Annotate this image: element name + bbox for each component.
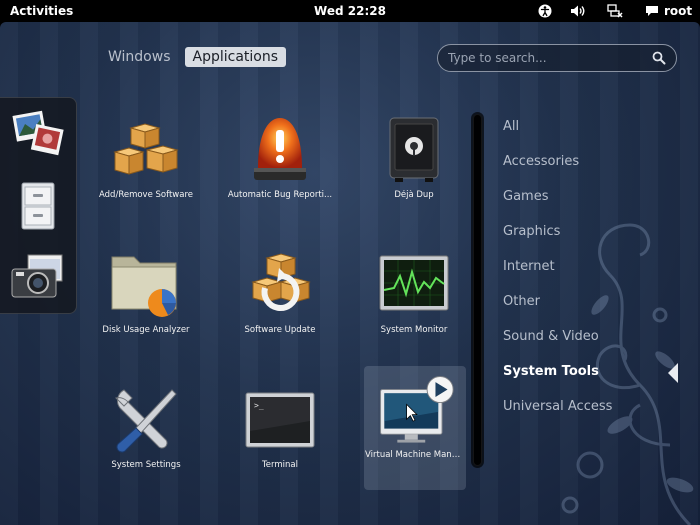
volume-icon[interactable] xyxy=(568,0,588,22)
image-viewer-icon xyxy=(12,110,64,156)
category-sound-video[interactable]: Sound & Video xyxy=(503,327,612,362)
dash-item-camera[interactable] xyxy=(8,248,68,308)
app-system-settings[interactable]: System Settings xyxy=(77,374,215,490)
app-system-monitor[interactable]: System Monitor xyxy=(345,239,483,355)
app-grid-scrollbar[interactable] xyxy=(471,112,484,468)
boxes-icon xyxy=(106,110,186,190)
network-disconnected-icon[interactable] xyxy=(605,0,625,22)
app-automatic-bug-reporting[interactable]: Automatic Bug Reporti... xyxy=(211,104,349,220)
app-software-update[interactable]: Software Update xyxy=(211,239,349,355)
app-label: System Monitor xyxy=(380,325,448,335)
folder-pie-icon xyxy=(106,245,186,325)
clock[interactable]: Wed 22:28 xyxy=(290,0,410,22)
tools-icon xyxy=(106,380,186,460)
app-disk-usage-analyzer[interactable]: Disk Usage Analyzer xyxy=(77,239,215,355)
svg-text:>_: >_ xyxy=(254,401,264,410)
app-label: Terminal xyxy=(262,460,298,470)
virtual-machine-icon xyxy=(375,370,455,450)
category-universal-access[interactable]: Universal Access xyxy=(503,397,612,432)
category-games[interactable]: Games xyxy=(503,187,612,222)
search-icon xyxy=(652,51,666,65)
category-all[interactable]: All xyxy=(503,117,612,152)
alert-beacon-icon xyxy=(240,110,320,190)
dash-item-file-cabinet[interactable] xyxy=(8,176,68,236)
chat-bubble-icon xyxy=(646,6,658,16)
app-label: Add/Remove Software xyxy=(99,190,193,200)
app-label: Virtual Machine Manager xyxy=(365,450,465,460)
safe-icon xyxy=(374,110,454,190)
top-panel: Activities Wed 22:28 root xyxy=(0,0,700,22)
dash xyxy=(0,97,77,314)
category-accessories[interactable]: Accessories xyxy=(503,152,612,187)
app-terminal[interactable]: >_ Terminal xyxy=(211,374,349,490)
terminal-icon: >_ xyxy=(240,380,320,460)
update-boxes-icon xyxy=(240,245,320,325)
search-input[interactable] xyxy=(448,51,652,65)
user-name: root xyxy=(664,4,693,18)
search-box xyxy=(437,44,677,72)
app-virtual-machine-manager[interactable]: Virtual Machine Manager xyxy=(364,366,466,490)
category-system-tools[interactable]: System Tools xyxy=(503,362,612,397)
user-menu[interactable]: root xyxy=(645,0,697,22)
app-label: Disk Usage Analyzer xyxy=(102,325,190,335)
view-selector: Windows Applications xyxy=(100,47,287,67)
scrollbar-thumb[interactable] xyxy=(473,114,482,466)
app-label: Automatic Bug Reporti... xyxy=(227,190,333,200)
file-cabinet-icon xyxy=(21,182,55,230)
app-label: Déjà Dup xyxy=(394,190,434,200)
app-label: System Settings xyxy=(111,460,181,470)
monitor-graph-icon xyxy=(374,245,454,325)
tab-windows[interactable]: Windows xyxy=(100,47,179,67)
app-add-remove-software[interactable]: Add/Remove Software xyxy=(77,104,215,220)
app-deja-dup[interactable]: Déjà Dup xyxy=(345,104,483,220)
app-label: Software Update xyxy=(244,325,316,335)
selected-category-indicator-icon xyxy=(668,363,678,383)
dash-item-image-viewer[interactable] xyxy=(8,104,68,164)
category-internet[interactable]: Internet xyxy=(503,257,612,292)
category-list: All Accessories Games Graphics Internet … xyxy=(503,117,612,432)
category-other[interactable]: Other xyxy=(503,292,612,327)
overview: Windows Applications Type to search... A… xyxy=(0,22,700,525)
accessibility-icon[interactable] xyxy=(535,0,555,22)
tab-applications[interactable]: Applications xyxy=(184,47,287,67)
category-graphics[interactable]: Graphics xyxy=(503,222,612,257)
camera-icon xyxy=(11,254,63,298)
activities-button[interactable]: Activities xyxy=(0,0,83,22)
